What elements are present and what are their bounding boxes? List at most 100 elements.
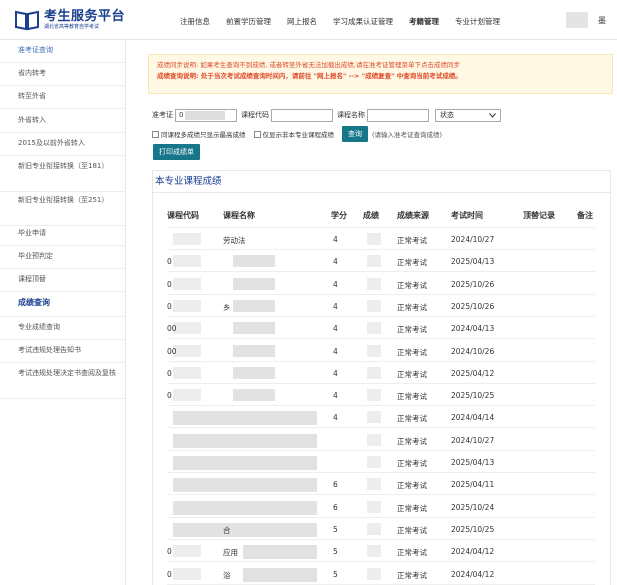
nav-item[interactable]: 学习成果认证管理 <box>333 16 393 27</box>
course-code-cell: 00 <box>167 324 177 334</box>
course-code-cell: 0 <box>167 368 172 378</box>
avatar[interactable] <box>566 12 588 28</box>
course-code-cell: 0 <box>167 301 172 311</box>
redaction-block <box>367 277 381 290</box>
redaction-block <box>367 522 381 535</box>
top-header: 考生服务平台 湖北省高等教育自学考试 注册信息 前置学历管理 网上报名 学习成果认证管… <box>0 0 617 40</box>
exam-time-cell: 2024/04/12 <box>451 569 495 579</box>
row-divider <box>167 271 595 273</box>
sidebar-item[interactable]: 新旧专业衔接转换（至181） <box>0 158 126 192</box>
nav-item[interactable]: 网上报名 <box>287 16 317 27</box>
sidebar-item[interactable]: 转至外省 <box>0 88 126 109</box>
exam-time-cell: 2025/04/13 <box>451 257 495 267</box>
sidebar-item[interactable]: 准考证查询 <box>0 42 126 63</box>
exam-time-cell: 2025/10/26 <box>451 279 495 289</box>
redaction-block <box>243 456 317 470</box>
exam-time-cell: 2024/04/12 <box>451 547 495 557</box>
credit-cell: 4 <box>333 257 338 267</box>
column-header[interactable]: 成绩 <box>363 210 379 221</box>
sidebar-item[interactable]: 外省转入 <box>0 112 126 133</box>
redaction-block <box>233 366 275 379</box>
search-row: 准考证 0 课程代码 课程名称 状态 <box>152 108 501 122</box>
column-header[interactable]: 课程代码 <box>167 210 199 221</box>
row-divider <box>167 382 595 384</box>
notice-box: 成绩同步说明: 如果考生查询不到成绩, 或者转至外省无法加载出成绩,请在准考证管… <box>148 54 613 94</box>
credit-cell: 4 <box>333 346 338 356</box>
course-code-cell: 0 <box>167 569 172 579</box>
chevron-down-icon <box>489 112 496 118</box>
redaction-block <box>367 456 381 468</box>
course-code-cell: 0 <box>167 279 172 289</box>
nav-item[interactable]: 前置学历管理 <box>226 16 271 27</box>
column-header[interactable]: 学分 <box>331 210 347 221</box>
course-code-input[interactable] <box>271 108 333 122</box>
sidebar-item[interactable]: 毕业申请 <box>0 225 126 246</box>
column-header[interactable]: 备注 <box>577 210 593 221</box>
non-major-checkbox[interactable] <box>253 130 261 138</box>
column-header[interactable]: 成绩来源 <box>397 210 429 221</box>
highest-score-checkbox[interactable] <box>152 130 159 138</box>
course-name-cell: 浴 <box>223 570 231 580</box>
course-name-input[interactable] <box>367 108 429 122</box>
nav-item[interactable]: 注册信息 <box>180 16 210 27</box>
sidebar-item[interactable]: 2015及以前外省转入 <box>0 135 126 156</box>
score-source-cell: 正常考试 <box>397 302 427 312</box>
redaction-block <box>243 545 317 560</box>
redaction-block <box>173 567 201 580</box>
redaction-block <box>233 299 275 312</box>
score-source-cell: 正常考试 <box>397 280 427 290</box>
credit-cell: 4 <box>333 413 338 423</box>
sidebar-item[interactable]: 新旧专业衔接转换（至251） <box>0 192 126 226</box>
sidebar-item[interactable]: 考试违规处理告知书 <box>0 342 126 363</box>
score-source-cell: 正常考试 <box>397 525 427 535</box>
redaction-block <box>173 545 201 558</box>
row-divider <box>167 249 595 250</box>
exam-time-cell: 2025/04/12 <box>451 368 495 378</box>
credit-cell: 4 <box>333 301 338 311</box>
id-input[interactable]: 0 <box>175 108 237 122</box>
exam-time-cell: 2025/04/13 <box>451 458 495 467</box>
column-header[interactable]: 考试时间 <box>451 210 483 221</box>
course-code-cell: 0 <box>167 547 172 557</box>
row-divider <box>167 538 595 540</box>
status-select-value: 状态 <box>440 111 454 119</box>
logo[interactable]: 考生服务平台 湖北省高等教育自学考试 <box>14 9 125 31</box>
logo-title: 考生服务平台 <box>44 8 126 24</box>
redaction-block <box>173 433 243 448</box>
row-divider <box>167 405 595 407</box>
score-source-cell: 正常考试 <box>397 481 427 491</box>
redaction-block <box>367 478 381 491</box>
sidebar-item[interactable]: 专业成绩查询 <box>0 319 126 340</box>
query-button[interactable]: 查询 <box>342 126 368 142</box>
column-header[interactable]: 顶替记录 <box>523 210 555 221</box>
sidebar-item[interactable]: 成绩查询 <box>0 294 126 317</box>
scores-panel: 本专业课程成绩 课程代码 课程名称 学分 成绩 成绩来源 考试时间 顶替记录 备注 劳动法 4 正常… <box>152 170 611 585</box>
nav-item[interactable]: 考籍管理 <box>409 16 439 27</box>
exam-time-cell: 2024/04/14 <box>451 413 495 423</box>
redaction-block <box>233 255 275 268</box>
redaction-block <box>243 478 317 493</box>
redaction-block <box>367 545 381 558</box>
id-value: 0 <box>179 111 184 119</box>
score-source-cell: 正常考试 <box>397 236 427 245</box>
credit-cell: 4 <box>333 391 338 401</box>
redaction-block <box>243 567 317 582</box>
nav-item[interactable]: 专业计划管理 <box>455 16 500 27</box>
user-name-fragment[interactable]: 墨 <box>598 15 606 26</box>
redaction-block <box>367 500 381 513</box>
redaction-block <box>367 299 381 312</box>
sidebar-item[interactable]: 毕业预判定 <box>0 248 126 269</box>
sidebar-item[interactable]: 考试违规处理决定书查阅及复核 <box>0 365 126 399</box>
main-content: 成绩同步说明: 如果考生查询不到成绩, 或者转至外省无法加载出成绩,请在准考证管… <box>126 40 617 585</box>
print-transcript-button[interactable]: 打印成绩单 <box>153 144 200 160</box>
exam-time-cell: 2025/10/25 <box>451 391 495 401</box>
sidebar-item[interactable]: 课程顶替 <box>0 271 126 292</box>
redaction-block <box>233 322 275 335</box>
redaction-block <box>367 389 381 402</box>
score-source-cell: 正常考试 <box>397 325 427 335</box>
status-select[interactable]: 状态 <box>435 108 501 122</box>
column-header[interactable]: 课程名称 <box>223 210 255 221</box>
redaction-block <box>367 233 381 245</box>
exam-time-cell: 2024/10/26 <box>451 346 495 356</box>
sidebar-item[interactable]: 省内转考 <box>0 65 126 86</box>
